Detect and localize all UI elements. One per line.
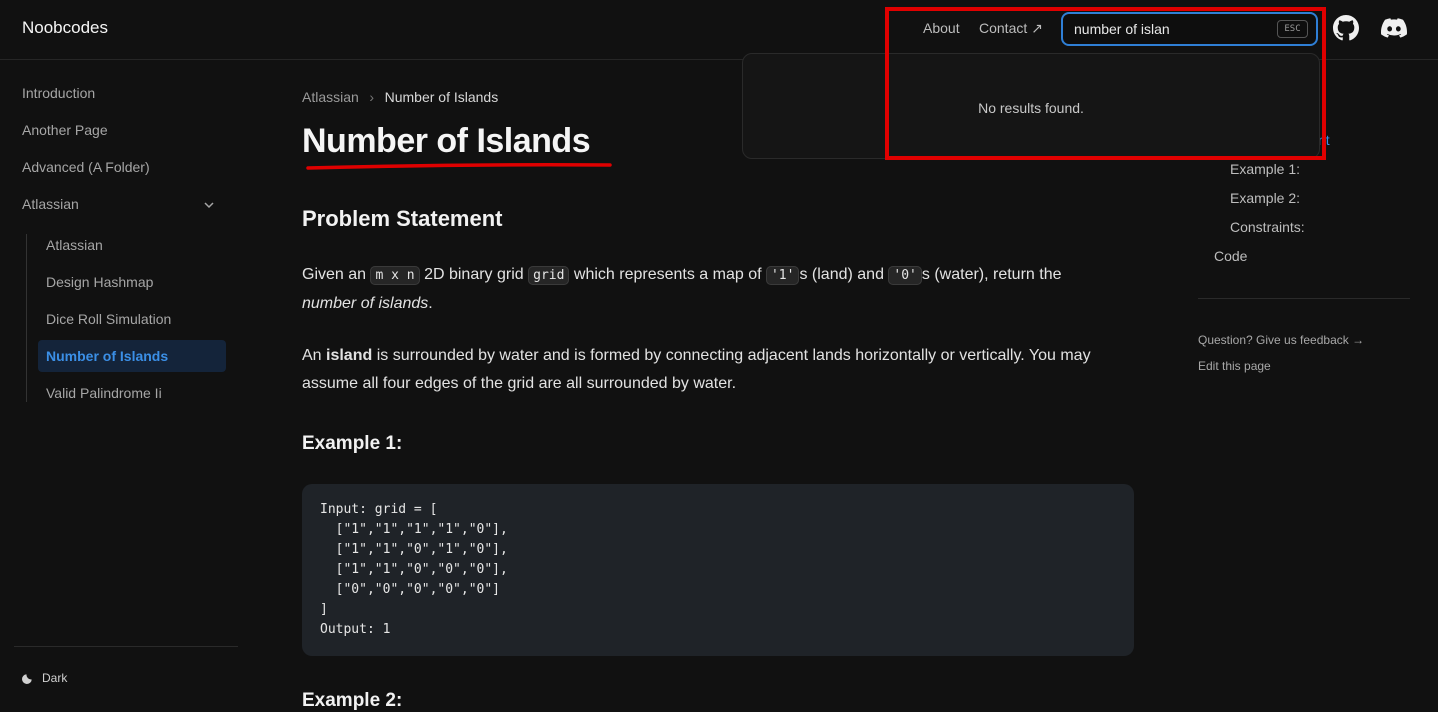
nav-contact-link[interactable]: Contact ↗ xyxy=(979,20,1043,37)
nav-about-link[interactable]: About xyxy=(923,20,960,36)
feedback-link[interactable]: Question? Give us feedback → xyxy=(1198,333,1364,347)
breadcrumb-parent[interactable]: Atlassian xyxy=(302,89,359,105)
inline-code: '0' xyxy=(888,266,922,285)
page-title: Number of Islands xyxy=(302,122,591,160)
example-1-codeblock: Input: grid = [ ["1","1","1","1","0"], [… xyxy=(302,484,1134,656)
toc-divider xyxy=(1198,298,1410,299)
toc-item-example-1[interactable]: Example 1: xyxy=(1230,161,1300,177)
sidebar-item-atlassian-folder[interactable]: Atlassian xyxy=(22,196,79,212)
sidebar-item-number-of-islands[interactable]: Number of Islands xyxy=(46,348,168,364)
sidebar-item-introduction[interactable]: Introduction xyxy=(22,85,95,101)
edit-page-link[interactable]: Edit this page xyxy=(1198,359,1271,373)
toc-item-constraints[interactable]: Constraints: xyxy=(1230,219,1305,235)
inline-code: m x n xyxy=(370,266,420,285)
problem-statement-heading: Problem Statement xyxy=(302,206,503,231)
sidebar-item-atlassian[interactable]: Atlassian xyxy=(46,237,103,253)
sidebar-item-advanced[interactable]: Advanced (A Folder) xyxy=(22,159,150,175)
example-2-heading: Example 2: xyxy=(302,690,403,711)
theme-toggle[interactable]: Dark xyxy=(42,671,67,685)
chevron-right-icon: › xyxy=(369,89,375,105)
site-logo[interactable]: Noobcodes xyxy=(22,18,108,38)
left-sidebar: Introduction Another Page Advanced (A Fo… xyxy=(0,61,238,702)
esc-key-hint: ESC xyxy=(1277,20,1308,38)
discord-icon[interactable] xyxy=(1380,15,1408,41)
breadcrumb: Atlassian › Number of Islands xyxy=(302,89,498,105)
sidebar-item-valid-palindrome[interactable]: Valid Palindrome Ii xyxy=(46,385,162,401)
search-box[interactable]: ESC xyxy=(1061,12,1318,46)
sidebar-item-another-page[interactable]: Another Page xyxy=(22,122,108,138)
no-results-message: No results found. xyxy=(978,100,1084,116)
toc-item-example-2[interactable]: Example 2: xyxy=(1230,190,1300,206)
moon-icon xyxy=(22,671,35,684)
search-input[interactable] xyxy=(1074,20,1274,38)
inline-code: grid xyxy=(528,266,570,285)
sidebar-tree-line xyxy=(26,234,27,402)
problem-paragraph-2: An island is surrounded by water and is … xyxy=(302,347,1091,392)
github-icon[interactable] xyxy=(1333,15,1359,41)
top-navbar: Noobcodes About Contact ↗ ESC xyxy=(0,0,1438,60)
sidebar-item-design-hashmap[interactable]: Design Hashmap xyxy=(46,274,153,290)
example-1-heading: Example 1: xyxy=(302,433,403,454)
chevron-down-icon[interactable] xyxy=(202,198,216,212)
sidebar-divider xyxy=(14,646,238,647)
title-annotation-underline xyxy=(306,163,612,170)
breadcrumb-current: Number of Islands xyxy=(384,89,499,105)
toc-item-code[interactable]: Code xyxy=(1214,248,1247,264)
sidebar-item-dice-roll[interactable]: Dice Roll Simulation xyxy=(46,311,171,327)
search-results-dropdown: No results found. xyxy=(742,53,1320,159)
inline-code: '1' xyxy=(765,266,800,285)
code-text: Input: grid = [ ["1","1","1","1","0"], [… xyxy=(320,502,508,637)
problem-paragraph-1: Given an m x n 2D binary grid grid which… xyxy=(302,266,1062,312)
